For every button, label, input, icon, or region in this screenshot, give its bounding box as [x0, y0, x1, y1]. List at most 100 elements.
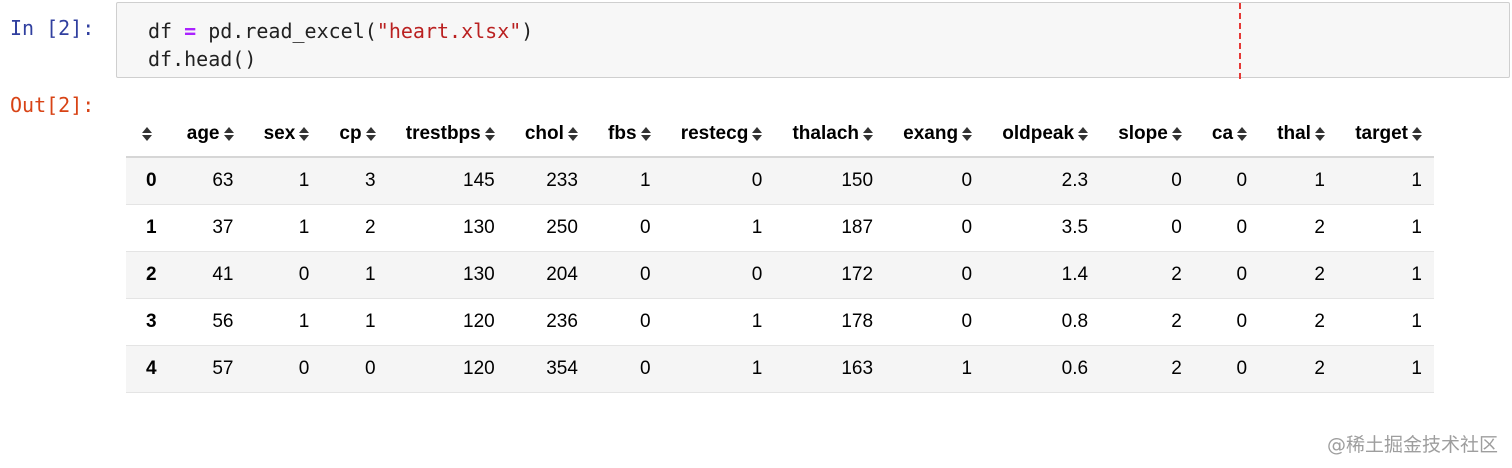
cell-thal: 2: [1314, 263, 1325, 285]
column-header-label: slope: [1118, 122, 1168, 144]
column-header-age[interactable]: age: [168, 112, 246, 158]
code-token: pd.read_excel(: [196, 19, 377, 43]
cell-thalach: 172: [841, 263, 874, 285]
header-row: age sex cp trestbps chol fbs restecg thalach exa…: [126, 112, 1434, 158]
line-length-ruler: [1239, 3, 1241, 79]
sort-up-down-icon[interactable]: [223, 126, 234, 141]
sort-up-down-icon[interactable]: [1237, 126, 1248, 141]
column-header-fbs[interactable]: fbs: [589, 112, 663, 158]
sort-up-down-icon[interactable]: [1078, 126, 1089, 141]
sort-up-down-icon[interactable]: [640, 126, 651, 141]
column-header-thalach[interactable]: thalach: [774, 112, 886, 158]
cell-cp: 1: [365, 310, 376, 332]
cell-fbs: 0: [639, 357, 651, 379]
row-index: 0: [146, 169, 157, 191]
cell-age: 63: [212, 169, 234, 191]
column-header-cp[interactable]: cp: [321, 112, 388, 158]
cell-age: 37: [212, 216, 234, 238]
column-header-exang[interactable]: exang: [885, 112, 985, 158]
cell-cp: 2: [365, 216, 376, 238]
cell-trestbps: 120: [463, 310, 495, 332]
cell-oldpeak: 3.5: [1061, 216, 1089, 238]
sort-up-down-icon[interactable]: [299, 126, 310, 141]
cell-exang: 1: [961, 357, 973, 379]
cell-thal: 2: [1314, 310, 1325, 332]
column-header-label: trestbps: [405, 122, 481, 144]
cell-cp: 3: [365, 169, 376, 191]
table-row: 0 63 1 3 145 233 1 0 150 0 2.3 0 0 1 1: [126, 157, 1434, 204]
cell-sex: 1: [298, 216, 310, 238]
column-header-slope[interactable]: slope: [1100, 112, 1194, 158]
cell-oldpeak: 0.6: [1061, 357, 1089, 379]
code-token: =: [184, 19, 197, 43]
row-index: 4: [146, 357, 157, 379]
table-row: 4 57 0 0 120 354 0 1 163 1 0.6 2 0 2 1: [126, 345, 1434, 392]
index-header[interactable]: [126, 112, 169, 158]
row-index: 3: [146, 310, 157, 332]
sort-up-down-icon[interactable]: [484, 126, 495, 141]
cell-thalach: 150: [841, 169, 874, 191]
cell-slope: 2: [1171, 263, 1182, 285]
sort-up-down-icon[interactable]: [567, 126, 578, 141]
input-prompt: In [2]:: [10, 16, 95, 40]
code-token: ): [521, 19, 534, 43]
sort-up-down-icon[interactable]: [863, 126, 874, 141]
column-header-label: chol: [524, 122, 564, 144]
cell-target: 1: [1411, 310, 1422, 332]
cell-age: 41: [212, 263, 234, 285]
cell-ca: 0: [1236, 216, 1248, 238]
code-token: df: [148, 19, 185, 43]
cell-exang: 0: [961, 310, 973, 332]
cell-thalach: 187: [841, 216, 874, 238]
cell-chol: 354: [546, 357, 578, 379]
row-index: 2: [146, 263, 157, 285]
sort-up-down-icon[interactable]: [142, 126, 152, 141]
cell-fbs: 1: [639, 169, 651, 191]
column-header-ca[interactable]: ca: [1193, 112, 1260, 158]
column-header-chol[interactable]: chol: [506, 112, 590, 158]
column-header-sex[interactable]: sex: [245, 112, 322, 158]
sort-up-down-icon[interactable]: [1171, 126, 1182, 141]
cell-ca: 0: [1236, 310, 1248, 332]
sort-up-down-icon[interactable]: [365, 126, 376, 141]
cell-fbs: 0: [639, 310, 651, 332]
sort-up-down-icon[interactable]: [962, 126, 973, 141]
cell-exang: 0: [961, 263, 973, 285]
sort-up-down-icon[interactable]: [1412, 126, 1422, 141]
code-line-1[interactable]: df = pd.read_excel("heart.xlsx"): [148, 19, 533, 43]
cell-thalach: 178: [841, 310, 874, 332]
cell-restecg: 0: [751, 169, 763, 191]
cell-slope: 0: [1171, 216, 1182, 238]
column-header-target[interactable]: target: [1336, 112, 1434, 158]
cell-sex: 1: [298, 310, 310, 332]
column-header-restecg[interactable]: restecg: [662, 112, 775, 158]
cell-slope: 2: [1171, 310, 1182, 332]
code-line-2[interactable]: df.head(): [148, 47, 256, 71]
code-token: "heart.xlsx": [376, 19, 522, 43]
table-body: 0 63 1 3 145 233 1 0 150 0 2.3 0 0 1 1 1 37 1 2 130 250 0 1 187…: [126, 157, 1434, 392]
cell-age: 56: [212, 310, 234, 332]
cell-target: 1: [1411, 216, 1422, 238]
column-header-label: sex: [263, 122, 296, 144]
cell-restecg: 1: [751, 216, 763, 238]
column-header-thal[interactable]: thal: [1259, 112, 1337, 158]
cell-trestbps: 130: [463, 263, 495, 285]
column-header-label: target: [1355, 122, 1408, 144]
cell-target: 1: [1411, 263, 1422, 285]
cell-ca: 0: [1236, 357, 1248, 379]
cell-trestbps: 145: [463, 169, 495, 191]
cell-age: 57: [212, 357, 234, 379]
cell-restecg: 1: [751, 310, 763, 332]
column-header-label: thalach: [792, 122, 860, 144]
sort-up-down-icon[interactable]: [1314, 126, 1325, 141]
cell-oldpeak: 0.8: [1061, 310, 1089, 332]
cell-exang: 0: [961, 169, 973, 191]
cell-target: 1: [1411, 169, 1422, 191]
column-header-trestbps[interactable]: trestbps: [387, 112, 507, 158]
cell-chol: 236: [546, 310, 578, 332]
column-header-oldpeak[interactable]: oldpeak: [984, 112, 1101, 158]
cell-cp: 1: [365, 263, 376, 285]
code-cell[interactable]: df = pd.read_excel("heart.xlsx") df.head…: [116, 2, 1510, 79]
column-header-label: cp: [339, 122, 362, 144]
sort-up-down-icon[interactable]: [752, 126, 763, 141]
